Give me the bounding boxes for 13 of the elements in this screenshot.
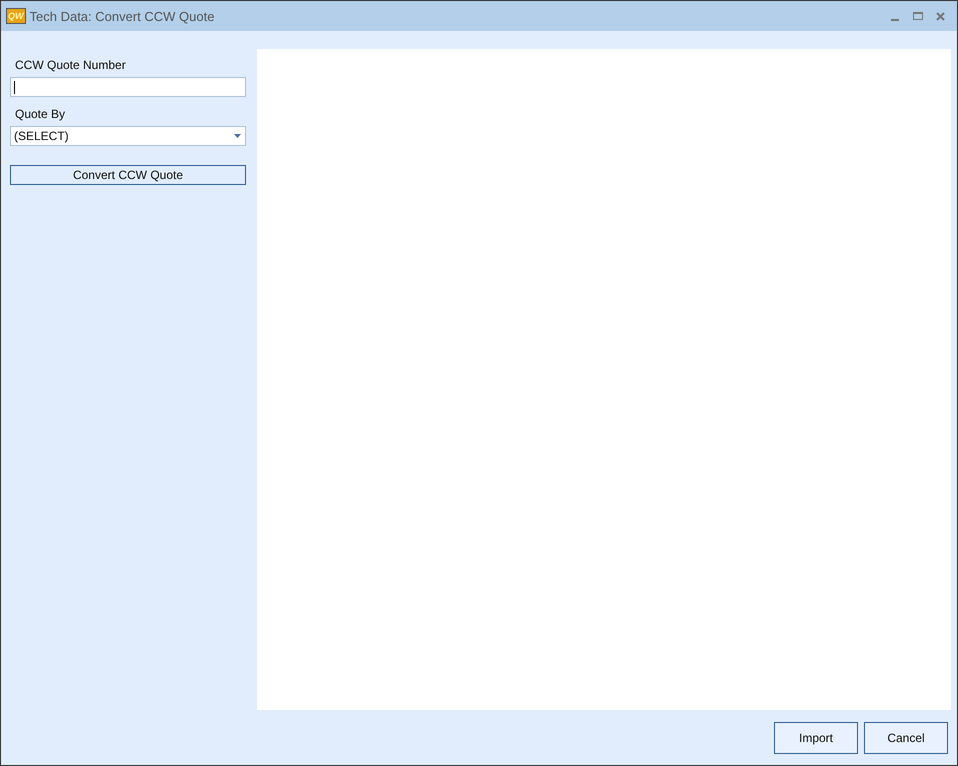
app-logo-icon: QW — [6, 8, 26, 24]
close-icon[interactable] — [936, 12, 945, 20]
quote-number-field[interactable] — [10, 77, 246, 97]
window-title: Tech Data: Convert CCW Quote — [30, 8, 216, 24]
dropdown-arrow-icon — [234, 134, 241, 138]
dialog-button[interactable]: Import — [774, 722, 858, 754]
quote-by-dropdown[interactable]: (SELECT) — [10, 126, 246, 146]
convert-button[interactable]: Convert CCW Quote — [10, 165, 246, 185]
field-label: CCW Quote Number — [14, 57, 127, 74]
field-label: Quote By — [14, 106, 66, 123]
maximize-icon[interactable] — [913, 12, 923, 20]
text-cursor — [14, 80, 15, 94]
dialog-button[interactable]: Cancel — [864, 722, 948, 754]
